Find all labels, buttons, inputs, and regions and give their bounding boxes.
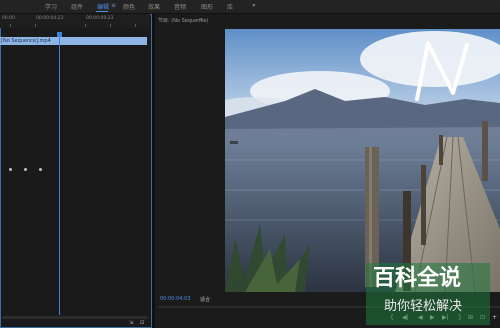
playhead-timecode[interactable]: 00:00:04:03 (160, 296, 191, 302)
workspace-tab-assembly[interactable]: 组件 (71, 2, 83, 11)
lake-pier-scene (225, 29, 500, 292)
ruler-label: 00:00 (2, 16, 15, 21)
watermark-title: 百科全说 (373, 266, 462, 291)
workspace-tab-color[interactable]: 颜色 (123, 2, 135, 11)
watermark-subtitle: 助你轻松解决 (384, 299, 463, 314)
workspace-tab-editing[interactable]: 编辑 (97, 2, 109, 11)
ruler-tick (135, 24, 136, 27)
clip-label: [No Sequence].mp4 (1, 38, 51, 44)
video-frame (225, 29, 500, 292)
ruler-label: 00:00:09:23 (86, 16, 114, 21)
ruler-tick (85, 24, 86, 27)
playhead-line[interactable] (59, 33, 60, 315)
workspace-tab-graphics[interactable]: 图形 (201, 2, 213, 11)
workspace-tab-learn[interactable]: 学习 (45, 2, 57, 11)
timeline-scrollbar[interactable] (2, 316, 148, 319)
timeline-panel (0, 14, 152, 328)
panel-menu-icon[interactable]: ≡ (199, 17, 203, 23)
workspace-tab-audio[interactable]: 音频 (174, 2, 186, 11)
workspace-menu-icon[interactable]: ≡ (111, 2, 116, 9)
ruler-label: 00:00:04:23 (36, 16, 64, 21)
ruler-tick (110, 24, 111, 27)
ruler-tick (10, 24, 11, 27)
audio-meter-dot (9, 168, 12, 171)
playhead-handle[interactable] (57, 32, 62, 37)
wrench-icon[interactable]: ⇲ (129, 320, 133, 326)
workspace-tab-effects[interactable]: 效果 (148, 2, 160, 11)
settings-icon[interactable]: ⊡ (140, 320, 144, 326)
add-button-icon[interactable]: + (492, 314, 497, 321)
ruler-tick (35, 24, 36, 27)
workspace-tab-libraries[interactable]: 库 (227, 2, 233, 11)
active-tab-underline (96, 11, 108, 12)
more-workspaces-icon[interactable]: » (252, 2, 256, 9)
zoom-fit-dropdown[interactable]: 适合 (200, 296, 210, 303)
audio-meter-dot (24, 168, 27, 171)
workspace-bar: 学习 组件 编辑 ≡ 颜色 效果 音频 图形 库 » (0, 0, 500, 14)
audio-meter-dot (39, 168, 42, 171)
time-ruler[interactable] (0, 14, 150, 28)
